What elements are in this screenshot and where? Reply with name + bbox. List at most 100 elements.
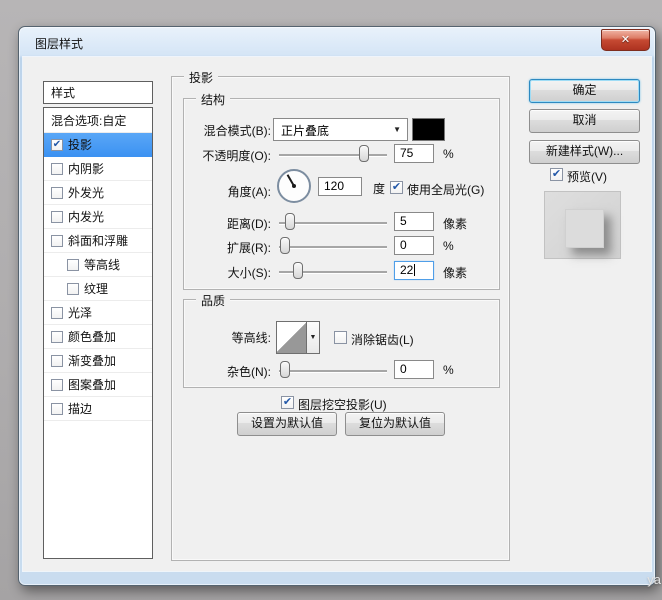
sidebar-item-satin[interactable]: 光泽: [44, 301, 152, 325]
opacity-slider[interactable]: [279, 144, 387, 164]
sidebar-item-blend-options[interactable]: 混合选项:自定: [44, 109, 152, 133]
slider-track: [279, 370, 387, 372]
layer-knockout-label: 图层挖空投影(U): [298, 396, 387, 413]
drop-shadow-checkbox[interactable]: ✔: [51, 139, 63, 151]
sidebar-item-inner-shadow[interactable]: 内阴影: [44, 157, 152, 181]
cancel-button[interactable]: 取消: [529, 109, 640, 133]
drop-shadow-group-legend: 投影: [184, 69, 218, 86]
close-icon: ✕: [621, 34, 630, 46]
sidebar-item-pattern-overlay[interactable]: 图案叠加: [44, 373, 152, 397]
dialog-title: 图层样式: [35, 35, 83, 52]
shadow-color-swatch[interactable]: [412, 118, 445, 141]
contour-label: 等高线:: [151, 329, 271, 346]
sidebar-item-contour[interactable]: 等高线: [44, 253, 152, 277]
noise-slider[interactable]: [279, 360, 387, 380]
preview-checkbox[interactable]: ✔: [550, 168, 563, 181]
text-caret: [414, 264, 415, 276]
slider-track: [279, 246, 387, 248]
set-default-button[interactable]: 设置为默认值: [237, 412, 337, 436]
quality-group-legend: 品质: [196, 292, 230, 309]
spread-unit: %: [443, 239, 454, 253]
gradient-overlay-checkbox[interactable]: [51, 355, 63, 367]
inner-glow-checkbox[interactable]: [51, 211, 63, 223]
sidebar-item-label: 外发光: [68, 184, 104, 201]
layer-knockout-checkbox[interactable]: ✔: [281, 396, 294, 409]
noise-input[interactable]: 0: [394, 360, 434, 379]
size-input[interactable]: 22: [394, 261, 434, 280]
check-icon: ✔: [53, 139, 61, 150]
inner-shadow-checkbox[interactable]: [51, 163, 63, 175]
opacity-unit: %: [443, 147, 454, 161]
slider-track: [279, 154, 387, 156]
slider-thumb[interactable]: [293, 262, 303, 279]
sidebar-item-label: 渐变叠加: [68, 352, 116, 369]
anti-alias-label: 消除锯齿(L): [351, 331, 414, 348]
sidebar-item-label: 颜色叠加: [68, 328, 116, 345]
sidebar-item-label: 混合选项:自定: [51, 112, 126, 129]
distance-label: 距离(D):: [151, 215, 271, 232]
slider-thumb[interactable]: [280, 361, 290, 378]
global-light-checkbox[interactable]: ✔: [390, 181, 403, 194]
blend-mode-select[interactable]: 正片叠底 ▼: [273, 118, 408, 141]
layer-style-dialog: 图层样式 ✕ 样式 混合选项:自定 ✔ 投影 内阴影: [18, 26, 656, 586]
noise-unit: %: [443, 363, 454, 377]
sidebar-item-gradient-overlay[interactable]: 渐变叠加: [44, 349, 152, 373]
anti-alias-checkbox[interactable]: [334, 331, 347, 344]
noise-label: 杂色(N):: [151, 363, 271, 380]
opacity-input[interactable]: 75: [394, 144, 434, 163]
slider-thumb[interactable]: [359, 145, 369, 162]
slider-thumb[interactable]: [280, 237, 290, 254]
ok-button[interactable]: 确定: [529, 79, 640, 103]
size-label: 大小(S):: [151, 264, 271, 281]
contour-thumbnail[interactable]: [276, 321, 307, 354]
blend-mode-label: 混合模式(B):: [151, 122, 271, 139]
sidebar-item-label: 描边: [68, 400, 92, 417]
size-unit: 像素: [443, 264, 467, 281]
slider-track: [279, 222, 387, 224]
texture-checkbox[interactable]: [67, 283, 79, 295]
distance-slider[interactable]: [279, 212, 387, 232]
reset-default-button[interactable]: 复位为默认值: [345, 412, 445, 436]
spread-label: 扩展(R):: [151, 239, 271, 256]
contour-dropdown-button[interactable]: ▼: [306, 321, 320, 354]
sidebar-item-color-overlay[interactable]: 颜色叠加: [44, 325, 152, 349]
sidebar-item-label: 投影: [68, 136, 92, 153]
size-slider[interactable]: [279, 261, 387, 281]
sidebar-item-label: 内阴影: [68, 160, 104, 177]
distance-unit: 像素: [443, 215, 467, 232]
style-preview-thumbnail: [544, 191, 621, 259]
close-button[interactable]: ✕: [601, 29, 650, 51]
pattern-overlay-checkbox[interactable]: [51, 379, 63, 391]
sidebar-item-bevel-emboss[interactable]: 斜面和浮雕: [44, 229, 152, 253]
spread-input[interactable]: 0: [394, 236, 434, 255]
angle-dial[interactable]: [277, 169, 311, 203]
blend-mode-value: 正片叠底: [281, 122, 329, 139]
outer-glow-checkbox[interactable]: [51, 187, 63, 199]
sidebar-item-inner-glow[interactable]: 内发光: [44, 205, 152, 229]
sidebar-item-texture[interactable]: 纹理: [44, 277, 152, 301]
sidebar-item-stroke[interactable]: 描边: [44, 397, 152, 421]
sidebar-item-drop-shadow[interactable]: ✔ 投影: [44, 133, 152, 157]
watermark-text: ya: [647, 572, 661, 587]
contour-checkbox[interactable]: [67, 259, 79, 271]
distance-input[interactable]: 5: [394, 212, 434, 231]
styles-list: 混合选项:自定 ✔ 投影 内阴影 外发光 内发光: [43, 107, 153, 559]
new-style-button[interactable]: 新建样式(W)...: [529, 140, 640, 164]
sidebar-item-label: 纹理: [84, 280, 108, 297]
angle-hub: [292, 184, 296, 188]
color-overlay-checkbox[interactable]: [51, 331, 63, 343]
bevel-emboss-checkbox[interactable]: [51, 235, 63, 247]
structure-group-legend: 结构: [196, 91, 230, 108]
satin-checkbox[interactable]: [51, 307, 63, 319]
sidebar-item-outer-glow[interactable]: 外发光: [44, 181, 152, 205]
check-icon: ✔: [283, 396, 292, 408]
spread-slider[interactable]: [279, 236, 387, 256]
angle-input[interactable]: 120: [318, 177, 362, 196]
styles-list-header: 样式: [43, 81, 153, 104]
dialog-client-area: 样式 混合选项:自定 ✔ 投影 内阴影 外发光: [23, 57, 651, 571]
stroke-checkbox[interactable]: [51, 403, 63, 415]
desktop-background: 图层样式 ✕ 样式 混合选项:自定 ✔ 投影 内阴影: [0, 0, 662, 600]
slider-thumb[interactable]: [285, 213, 295, 230]
opacity-label: 不透明度(O):: [151, 147, 271, 164]
dialog-titlebar[interactable]: 图层样式 ✕: [19, 27, 655, 57]
